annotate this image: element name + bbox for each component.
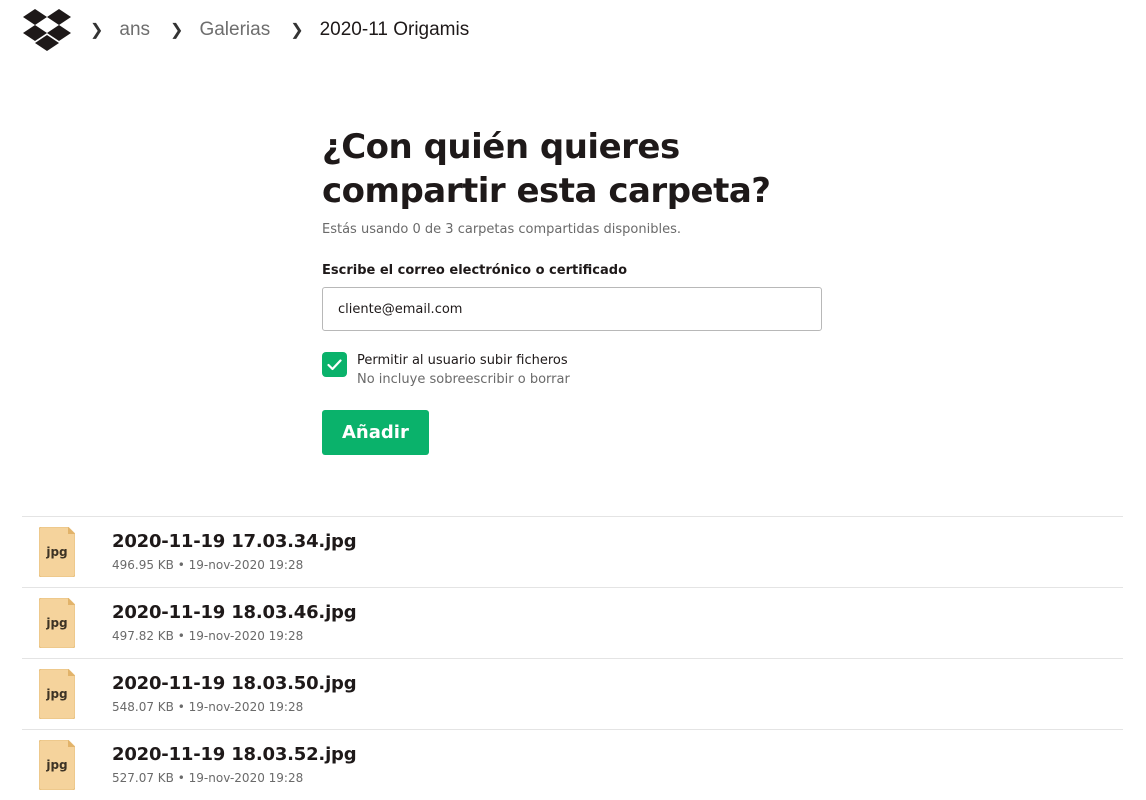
meta-separator: • bbox=[177, 629, 185, 643]
file-type-label: jpg bbox=[45, 616, 67, 630]
file-row[interactable]: jpg 2020-11-19 18.03.50.jpg 548.07 KB • … bbox=[22, 658, 1123, 729]
file-type-label: jpg bbox=[45, 545, 67, 559]
share-folder-panel: ¿Con quién quieres compartir esta carpet… bbox=[322, 125, 822, 455]
breadcrumb: ❯ ans ❯ Galerias ❯ 2020-11 Origamis bbox=[86, 19, 469, 41]
file-type-label: jpg bbox=[45, 758, 67, 772]
chevron-right-icon: ❯ bbox=[170, 22, 184, 39]
file-date: 19-nov-2020 19:28 bbox=[188, 629, 304, 643]
file-name[interactable]: 2020-11-19 18.03.46.jpg bbox=[112, 602, 357, 623]
file-meta: 527.07 KB • 19-nov-2020 19:28 bbox=[112, 771, 303, 785]
checkmark-icon bbox=[327, 358, 342, 370]
file-name[interactable]: 2020-11-19 18.03.50.jpg bbox=[112, 673, 357, 694]
breadcrumb-item-current: 2020-11 Origamis bbox=[319, 19, 470, 40]
file-size: 497.82 KB bbox=[112, 629, 174, 643]
top-bar: ❯ ans ❯ Galerias ❯ 2020-11 Origamis bbox=[22, 8, 469, 52]
allow-upload-hint: No incluye sobreescribir o borrar bbox=[357, 372, 570, 387]
page-title-line-1: ¿Con quién quieres bbox=[322, 127, 680, 167]
file-date: 19-nov-2020 19:28 bbox=[188, 700, 304, 714]
file-type-label: jpg bbox=[45, 687, 67, 701]
dropbox-logo-icon[interactable] bbox=[22, 8, 72, 52]
meta-separator: • bbox=[177, 558, 185, 572]
file-row[interactable]: jpg 2020-11-19 18.03.52.jpg 527.07 KB • … bbox=[22, 729, 1123, 800]
jpg-file-icon: jpg bbox=[39, 740, 75, 790]
file-name[interactable]: 2020-11-19 17.03.34.jpg bbox=[112, 531, 357, 552]
jpg-file-icon: jpg bbox=[39, 598, 75, 648]
chevron-right-icon: ❯ bbox=[290, 22, 304, 39]
allow-upload-label[interactable]: Permitir al usuario subir ficheros bbox=[357, 352, 570, 370]
page-title: ¿Con quién quieres compartir esta carpet… bbox=[322, 125, 822, 213]
breadcrumb-item-ans[interactable]: ans bbox=[119, 19, 150, 41]
email-field-label: Escribe el correo electrónico o certific… bbox=[322, 263, 628, 278]
jpg-file-icon: jpg bbox=[39, 527, 75, 577]
file-size: 496.95 KB bbox=[112, 558, 174, 572]
chevron-right-icon: ❯ bbox=[90, 22, 104, 39]
file-list: jpg 2020-11-19 17.03.34.jpg 496.95 KB • … bbox=[22, 516, 1123, 800]
file-date: 19-nov-2020 19:28 bbox=[188, 771, 304, 785]
file-name[interactable]: 2020-11-19 18.03.52.jpg bbox=[112, 744, 357, 765]
shared-folders-usage: Estás usando 0 de 3 carpetas compartidas… bbox=[322, 222, 681, 237]
file-row[interactable]: jpg 2020-11-19 17.03.34.jpg 496.95 KB • … bbox=[22, 516, 1123, 587]
add-button[interactable]: Añadir bbox=[322, 410, 429, 455]
file-size: 548.07 KB bbox=[112, 700, 174, 714]
file-date: 19-nov-2020 19:28 bbox=[188, 558, 304, 572]
meta-separator: • bbox=[177, 771, 185, 785]
file-size: 527.07 KB bbox=[112, 771, 174, 785]
email-field[interactable] bbox=[322, 287, 822, 331]
allow-upload-option: Permitir al usuario subir ficheros No in… bbox=[322, 352, 822, 390]
file-meta: 496.95 KB • 19-nov-2020 19:28 bbox=[112, 558, 303, 572]
meta-separator: • bbox=[177, 700, 185, 714]
breadcrumb-item-galerias[interactable]: Galerias bbox=[199, 19, 270, 41]
file-meta: 548.07 KB • 19-nov-2020 19:28 bbox=[112, 700, 303, 714]
page-title-line-2: compartir esta carpeta? bbox=[322, 171, 771, 211]
file-meta: 497.82 KB • 19-nov-2020 19:28 bbox=[112, 629, 303, 643]
file-row[interactable]: jpg 2020-11-19 18.03.46.jpg 497.82 KB • … bbox=[22, 587, 1123, 658]
allow-upload-checkbox[interactable] bbox=[322, 352, 347, 377]
jpg-file-icon: jpg bbox=[39, 669, 75, 719]
